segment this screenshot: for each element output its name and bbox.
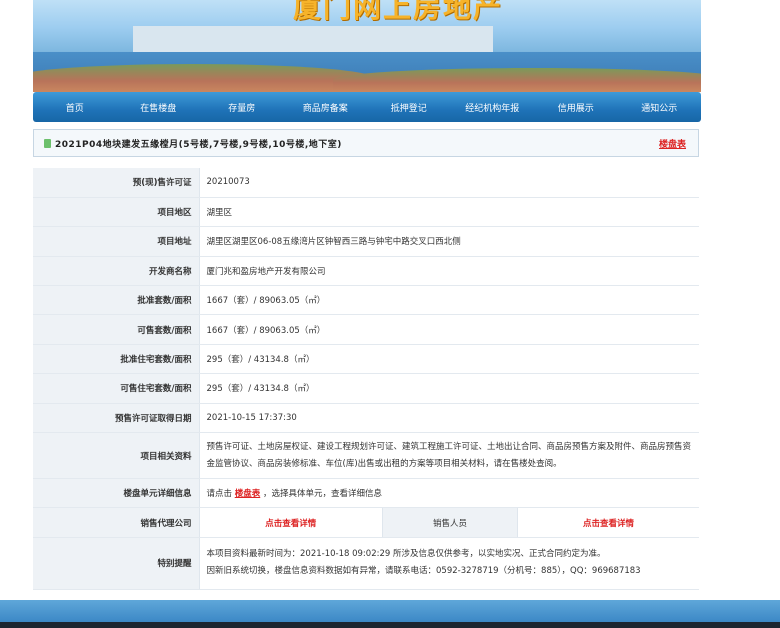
sales-staff-link[interactable]: 点击查看详情	[517, 507, 699, 538]
table-row: 预售许可证取得日期 2021-10-15 17:37:30	[33, 403, 699, 434]
footer-band	[0, 600, 780, 622]
notice-line: 本项目资料最新时间为：2021-10-18 09:02:29 所涉及信息仅供参考…	[206, 549, 606, 560]
island	[333, 68, 701, 92]
unit-detail-prefix: 请点击	[206, 489, 233, 500]
table-row: 开发商名称 厦门兆和盈房地产开发有限公司	[33, 256, 699, 287]
site-title: 厦门网上房地产	[293, 0, 504, 24]
row-value: 预售许可证、土地房屋权证、建设工程规划许可证、建筑工程施工许可证、土地出让合同、…	[199, 432, 699, 480]
taskbar	[0, 622, 780, 628]
row-value: 1667（套）/ 89063.05（㎡）	[199, 314, 699, 345]
row-value: 295（套）/ 43134.8（㎡）	[199, 373, 699, 404]
nav-item-agency-report[interactable]: 经纪机构年报	[451, 101, 535, 114]
table-row: 批准住宅套数/面积 295（套）/ 43134.8（㎡）	[33, 344, 699, 375]
nav-item-home[interactable]: 首页	[33, 101, 117, 114]
row-label: 项目地址	[33, 226, 200, 257]
row-value: 请点击 楼盘表 ，选择具体单元，查看详细信息	[199, 478, 699, 509]
floor-table-inline-link[interactable]: 楼盘表	[235, 489, 261, 499]
row-value: 湖里区湖里区06-08五缘湾片区钟智西三路与钟宅中路交叉口西北侧	[199, 226, 699, 257]
row-label: 可售套数/面积	[33, 314, 200, 345]
row-label: 项目相关资料	[33, 432, 200, 480]
row-label: 批准套数/面积	[33, 285, 200, 316]
table-row: 特别提醒 本项目资料最新时间为：2021-10-18 09:02:29 所涉及信…	[33, 537, 699, 590]
unit-detail-suffix: ，选择具体单元，查看详细信息	[262, 489, 382, 500]
project-name: 2021P04地块建发五缘樘月(5号楼,7号楼,9号楼,10号楼,地下室)	[55, 139, 342, 150]
row-label: 预售许可证取得日期	[33, 403, 200, 434]
row-label: 开发商名称	[33, 256, 200, 287]
notice-line: 因新旧系统切换，楼盘信息资料数据如有异常，请联系电话：0592-3278719（…	[206, 566, 641, 577]
row-value: 湖里区	[199, 197, 699, 228]
special-notice: 本项目资料最新时间为：2021-10-18 09:02:29 所涉及信息仅供参考…	[199, 537, 699, 590]
table-row: 批准套数/面积 1667（套）/ 89063.05（㎡）	[33, 285, 699, 316]
row-label: 特别提醒	[33, 537, 200, 590]
table-row: 可售住宅套数/面积 295（套）/ 43134.8（㎡）	[33, 373, 699, 404]
header-banner: 厦门网上房地产	[33, 0, 701, 92]
nav-item-notices[interactable]: 通知公示	[618, 101, 702, 114]
main-nav: 首页 在售楼盘 存量房 商品房备案 抵押登记 经纪机构年报 信用展示 通知公示	[33, 92, 701, 122]
row-value: 2021-10-15 17:37:30	[199, 403, 699, 434]
table-row: 楼盘单元详细信息 请点击 楼盘表 ，选择具体单元，查看详细信息	[33, 478, 699, 509]
nav-item-on-sale[interactable]: 在售楼盘	[117, 101, 201, 114]
row-value: 1667（套）/ 89063.05（㎡）	[199, 285, 699, 316]
table-row: 项目地址 湖里区湖里区06-08五缘湾片区钟智西三路与钟宅中路交叉口西北侧	[33, 226, 699, 257]
nav-item-mortgage[interactable]: 抵押登记	[367, 101, 451, 114]
sales-staff-label: 销售人员	[381, 507, 518, 538]
row-label: 销售代理公司	[33, 507, 200, 538]
table-row: 项目地区 湖里区	[33, 197, 699, 228]
row-label: 项目地区	[33, 197, 200, 228]
table-row: 销售代理公司 点击查看详情 销售人员 点击查看详情	[33, 507, 699, 538]
nav-item-stock-housing[interactable]: 存量房	[200, 101, 284, 114]
row-label: 可售住宅套数/面积	[33, 373, 200, 404]
document-icon	[44, 138, 51, 148]
row-value: 295（套）/ 43134.8（㎡）	[199, 344, 699, 375]
nav-item-credit[interactable]: 信用展示	[534, 101, 618, 114]
floor-table-link[interactable]: 楼盘表	[659, 137, 686, 150]
row-value: 20210073	[199, 168, 699, 198]
table-row: 可售套数/面积 1667（套）/ 89063.05（㎡）	[33, 314, 699, 345]
table-row: 预(现)售许可证 20210073	[33, 168, 699, 198]
table-row: 项目相关资料 预售许可证、土地房屋权证、建设工程规划许可证、建筑工程施工许可证、…	[33, 432, 699, 480]
island	[33, 64, 373, 92]
nav-item-filing[interactable]: 商品房备案	[284, 101, 368, 114]
row-label: 批准住宅套数/面积	[33, 344, 200, 375]
project-info-table: 预(现)售许可证 20210073 项目地区 湖里区 项目地址 湖里区湖里区06…	[33, 168, 699, 590]
row-label: 预(现)售许可证	[33, 168, 200, 198]
row-label: 楼盘单元详细信息	[33, 478, 200, 509]
agent-company-link[interactable]: 点击查看详情	[199, 507, 383, 538]
project-header: 2021P04地块建发五缘樘月(5号楼,7号楼,9号楼,10号楼,地下室) 楼盘…	[33, 129, 699, 157]
row-value: 厦门兆和盈房地产开发有限公司	[199, 256, 699, 287]
